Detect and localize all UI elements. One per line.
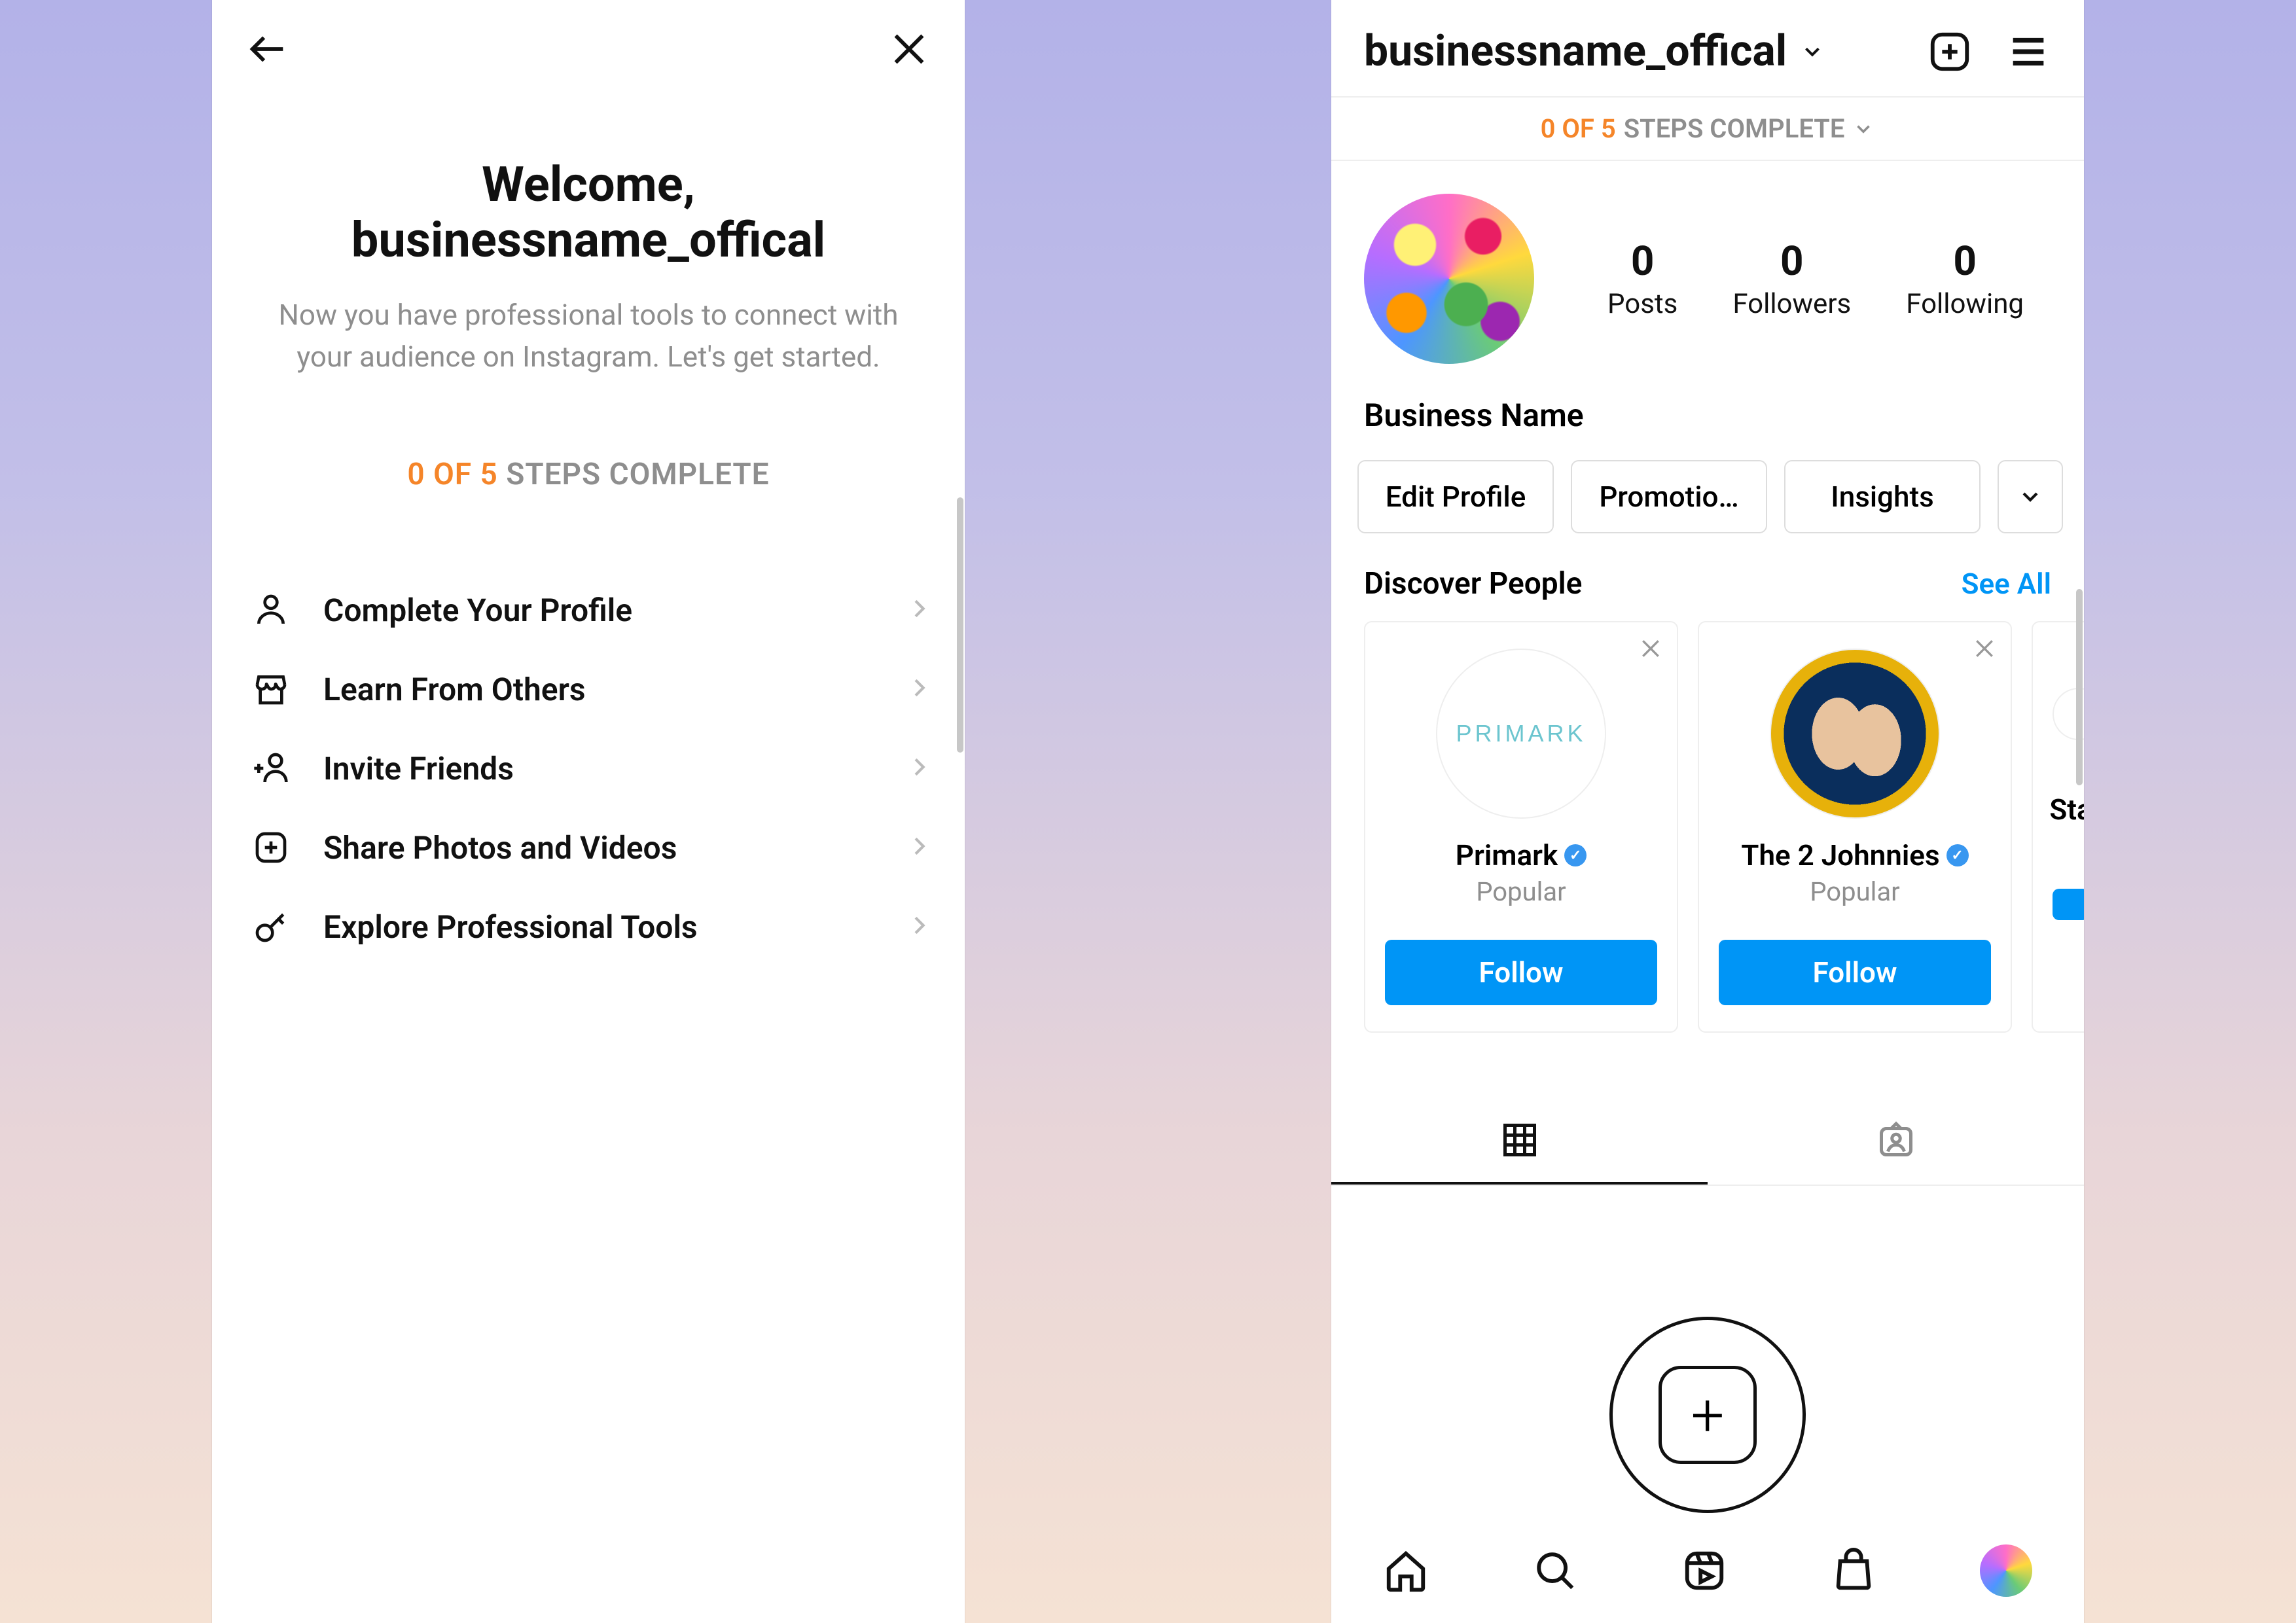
scrollbar[interactable]: [2076, 589, 2083, 785]
profile-avatar[interactable]: [1364, 194, 1534, 364]
insights-button[interactable]: Insights: [1784, 460, 1981, 533]
card-subtitle: Popular: [1719, 876, 1991, 907]
chevron-right-icon: [906, 596, 932, 624]
key-icon: [245, 908, 297, 945]
menu-button[interactable]: [2005, 29, 2051, 75]
chevron-right-icon: [906, 675, 932, 704]
card-name: Sta: [2053, 793, 2084, 827]
item-explore-pro-tools[interactable]: Explore Professional Tools: [212, 887, 965, 967]
edit-profile-button[interactable]: Edit Profile: [1357, 460, 1554, 533]
person-icon: [245, 592, 297, 628]
plus-square-icon: [245, 829, 297, 866]
card-avatar[interactable]: PRIMARK: [1436, 649, 1606, 819]
discover-card: The 2 Johnnies ✓ Popular Follow: [1698, 621, 2012, 1033]
card-avatar[interactable]: [1770, 649, 1940, 819]
nav-reels[interactable]: [1681, 1548, 1727, 1594]
discover-cards: PRIMARK Primark ✓ Popular Follow The 2 J…: [1331, 621, 2084, 1033]
empty-state: +: [1331, 1186, 2084, 1513]
tab-grid[interactable]: [1331, 1098, 1708, 1185]
item-learn-from-others[interactable]: Learn From Others: [212, 650, 965, 729]
card-name: The 2 Johnnies ✓: [1719, 838, 1991, 872]
nav-home[interactable]: [1383, 1548, 1429, 1594]
steps-complete-indicator: 0 OF 5 STEPS COMPLETE: [264, 457, 912, 492]
chevron-down-icon: [1800, 39, 1825, 64]
tagged-icon: [1876, 1120, 1916, 1160]
chevron-down-icon: [1852, 118, 1874, 140]
chevron-right-icon: [906, 912, 932, 941]
username-text: businessname_offical: [1364, 26, 1787, 77]
chevron-right-icon: [906, 754, 932, 783]
storefront-icon: [245, 671, 297, 707]
back-button[interactable]: [245, 26, 291, 72]
close-button[interactable]: [886, 26, 932, 72]
grid-icon: [1500, 1120, 1539, 1160]
item-share-photos-videos[interactable]: Share Photos and Videos: [212, 808, 965, 887]
expand-buttons[interactable]: [1998, 460, 2063, 533]
stat-posts[interactable]: 0 Posts: [1607, 238, 1677, 320]
bottom-nav: [1331, 1518, 2084, 1623]
welcome-title: Welcome, businessname_offical: [264, 157, 912, 268]
item-label: Learn From Others: [323, 671, 906, 708]
follow-button[interactable]: [2053, 889, 2084, 920]
card-subtitle: Popular: [1385, 876, 1657, 907]
chevron-down-icon: [2017, 484, 2043, 510]
item-label: Explore Professional Tools: [323, 908, 906, 946]
item-invite-friends[interactable]: Invite Friends: [212, 729, 965, 808]
see-all-link[interactable]: See All: [1962, 567, 2051, 601]
create-button[interactable]: [1927, 29, 1973, 75]
dismiss-card-button[interactable]: [1971, 635, 1998, 664]
username-dropdown[interactable]: businessname_offical: [1364, 26, 1894, 77]
chevron-right-icon: [906, 833, 932, 862]
nav-profile[interactable]: [1980, 1544, 2032, 1597]
nav-shop[interactable]: [1831, 1548, 1876, 1594]
scrollbar[interactable]: [957, 497, 963, 753]
onboarding-list: Complete Your Profile Learn From Others …: [212, 571, 965, 967]
dismiss-card-button[interactable]: [1638, 635, 1664, 664]
welcome-screen: Welcome, businessname_offical Now you ha…: [212, 0, 965, 1623]
add-person-icon: [245, 750, 297, 787]
item-label: Complete Your Profile: [323, 592, 906, 629]
profile-screen: businessname_offical 0 OF 5 STEPS COMPLE…: [1331, 0, 2084, 1623]
promotions-button[interactable]: Promotio…: [1571, 460, 1767, 533]
welcome-subtitle: Now you have professional tools to conne…: [264, 294, 912, 378]
nav-search[interactable]: [1532, 1548, 1578, 1594]
stat-following[interactable]: 0 Following: [1906, 238, 2024, 320]
follow-button[interactable]: Follow: [1719, 940, 1991, 1005]
follow-button[interactable]: Follow: [1385, 940, 1657, 1005]
stat-followers[interactable]: 0 Followers: [1732, 238, 1851, 320]
card-name: Primark ✓: [1385, 838, 1657, 872]
discover-title: Discover People: [1364, 566, 1582, 601]
discover-card: PRIMARK Primark ✓ Popular Follow: [1364, 621, 1678, 1033]
item-label: Share Photos and Videos: [323, 829, 906, 866]
verified-icon: ✓: [1946, 844, 1969, 866]
verified-icon: ✓: [1564, 844, 1587, 866]
display-name: Business Name: [1331, 377, 2084, 460]
tab-tagged[interactable]: [1708, 1098, 2084, 1185]
nav-avatar: [1980, 1544, 2032, 1597]
plus-icon: +: [1659, 1366, 1757, 1464]
steps-complete-bar[interactable]: 0 OF 5 STEPS COMPLETE: [1331, 96, 2084, 161]
item-complete-profile[interactable]: Complete Your Profile: [212, 571, 965, 650]
item-label: Invite Friends: [323, 750, 906, 787]
empty-add-button[interactable]: +: [1609, 1317, 1806, 1513]
